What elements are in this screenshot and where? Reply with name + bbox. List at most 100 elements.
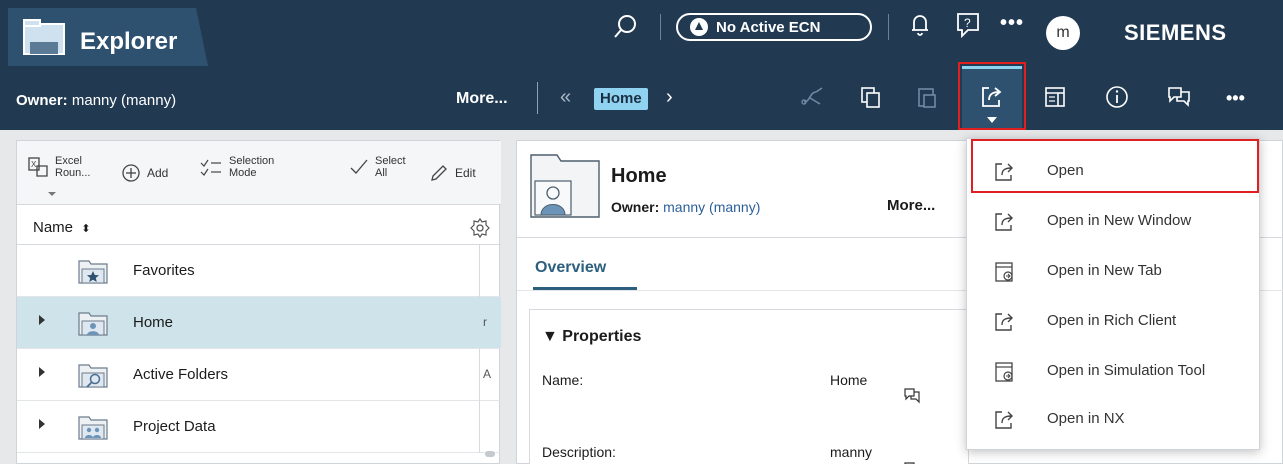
svg-text:X: X	[31, 160, 37, 169]
menu-item-label: Open in New Tab	[1047, 262, 1162, 279]
chat-icon[interactable]	[902, 386, 922, 406]
ecn-icon	[690, 18, 708, 36]
property-label: Description:	[542, 444, 616, 460]
open-icon	[995, 411, 1013, 429]
toolbar-divider	[537, 82, 538, 114]
home-folder-icon	[78, 312, 108, 336]
property-label: Name:	[542, 372, 584, 388]
new-tab-icon	[995, 262, 1013, 282]
select-all-icon	[350, 159, 368, 174]
tree-row-favorites[interactable]: Favorites	[17, 245, 501, 297]
edit-button[interactable]: Edit	[429, 163, 476, 183]
app-title: Explorer	[80, 28, 178, 55]
command-label: Add	[147, 166, 169, 180]
tree-row-project-data[interactable]: Project Data	[17, 401, 501, 453]
open-icon	[995, 213, 1013, 231]
gear-icon[interactable]	[469, 217, 491, 239]
tree-row-label: Favorites	[133, 262, 195, 279]
top-header: Explorer No Active ECN ? ••• m SIEMENS	[0, 0, 1283, 66]
menu-item-open-new-window[interactable]: Open in New Window	[967, 197, 1261, 247]
column-divider	[479, 245, 480, 297]
column-divider	[479, 349, 480, 401]
forward-button[interactable]: ›	[666, 86, 673, 109]
truncated-cell: r	[483, 315, 487, 329]
folder-tree-panel: X Excel Roun... Add Selection Mode Selec…	[16, 140, 501, 464]
chat-icon[interactable]	[1164, 82, 1194, 112]
more-icon[interactable]: •••	[1000, 12, 1024, 35]
select-all-button[interactable]: Select All	[349, 155, 406, 179]
properties-section: ▼ Properties Name: Home Description: man…	[529, 309, 969, 464]
menu-item-label: Open in NX	[1047, 410, 1125, 427]
avatar[interactable]: m	[1046, 16, 1080, 50]
expand-icon[interactable]	[39, 367, 45, 377]
chevron-down-icon[interactable]	[47, 191, 57, 197]
tree-row-label: Active Folders	[133, 366, 229, 383]
menu-item-open-new-tab[interactable]: Open in New Tab	[967, 247, 1261, 297]
chat-icon[interactable]	[902, 460, 922, 464]
ecn-button[interactable]: No Active ECN	[676, 13, 872, 41]
object-owner: Owner: manny (manny)	[611, 199, 760, 215]
expand-icon[interactable]	[39, 315, 45, 325]
command-label: Roun...	[55, 167, 91, 179]
tree-row-label: Home	[133, 314, 174, 331]
column-header-label: Name	[33, 219, 74, 236]
command-label: Select	[375, 155, 406, 167]
truncated-cell: A	[483, 367, 492, 381]
properties-header[interactable]: ▼ Properties	[542, 328, 641, 346]
brand-logo: SIEMENS	[1124, 20, 1227, 45]
command-bar: X Excel Roun... Add Selection Mode Selec…	[17, 141, 501, 205]
tree-row-label: Project Data	[133, 418, 216, 435]
expand-icon[interactable]	[39, 419, 45, 429]
help-icon[interactable]: ?	[954, 10, 982, 40]
menu-item-open-nx[interactable]: Open in NX	[967, 395, 1261, 445]
breadcrumb-home[interactable]: Home	[594, 88, 648, 110]
home-folder-icon	[530, 154, 600, 218]
owner-link[interactable]: manny (manny)	[72, 92, 176, 109]
copy-icon[interactable]	[856, 82, 886, 112]
edit-icon	[431, 165, 447, 181]
more-icon[interactable]: •••	[1226, 88, 1245, 109]
simulation-icon	[995, 362, 1013, 382]
add-button[interactable]: Add	[121, 163, 168, 183]
owner-info: Owner: manny (manny)	[16, 92, 176, 109]
excel-roundtrip-icon: X	[28, 157, 48, 177]
command-label: All	[375, 167, 388, 179]
menu-item-label: Open in New Window	[1047, 212, 1192, 229]
header-divider	[660, 14, 661, 40]
more-link[interactable]: More...	[887, 197, 935, 214]
svg-text:?: ?	[964, 16, 971, 30]
name-column-sort[interactable]: Name ⬍	[33, 219, 90, 236]
active-folders-icon	[78, 364, 108, 388]
excel-roundtrip-button[interactable]: X Excel Roun...	[27, 155, 90, 179]
context-bar: Owner: manny (manny) More... « Home › ••…	[0, 62, 1283, 130]
header-divider	[888, 14, 889, 40]
column-divider	[479, 401, 480, 453]
network-icon[interactable]	[798, 82, 828, 112]
search-icon[interactable]	[610, 12, 640, 42]
column-header: Name ⬍	[17, 205, 501, 245]
menu-item-open-simulation-tool[interactable]: Open in Simulation Tool	[967, 347, 1261, 397]
paste-icon[interactable]	[912, 82, 942, 112]
menu-item-open-rich-client[interactable]: Open in Rich Client	[967, 297, 1261, 347]
bell-icon[interactable]	[906, 10, 934, 40]
favorites-folder-icon	[78, 260, 108, 284]
tree-row-active-folders[interactable]: Active Folders A	[17, 349, 501, 401]
menu-item-label: Open in Simulation Tool	[1047, 362, 1206, 379]
command-label: Excel	[55, 155, 82, 167]
selection-mode-button[interactable]: Selection Mode	[199, 155, 274, 179]
more-link[interactable]: More...	[456, 90, 508, 108]
layout-icon[interactable]	[1040, 82, 1070, 112]
owner-link[interactable]: manny (manny)	[663, 199, 760, 215]
info-icon[interactable]	[1102, 82, 1132, 112]
tree-row-home[interactable]: Home r	[17, 297, 501, 349]
command-label: Selection	[229, 155, 275, 167]
open-icon	[995, 313, 1013, 331]
command-label: Mode	[229, 167, 257, 179]
open-menu: Open Open in New Window Open in New Tab …	[966, 138, 1260, 450]
menu-item-label: Open in Rich Client	[1047, 312, 1177, 329]
property-value: manny	[830, 444, 873, 460]
back-button[interactable]: «	[560, 86, 571, 109]
scrollbar-thumb[interactable]	[485, 451, 495, 457]
command-label: Edit	[455, 166, 476, 180]
tab-overview[interactable]: Overview	[535, 259, 606, 277]
